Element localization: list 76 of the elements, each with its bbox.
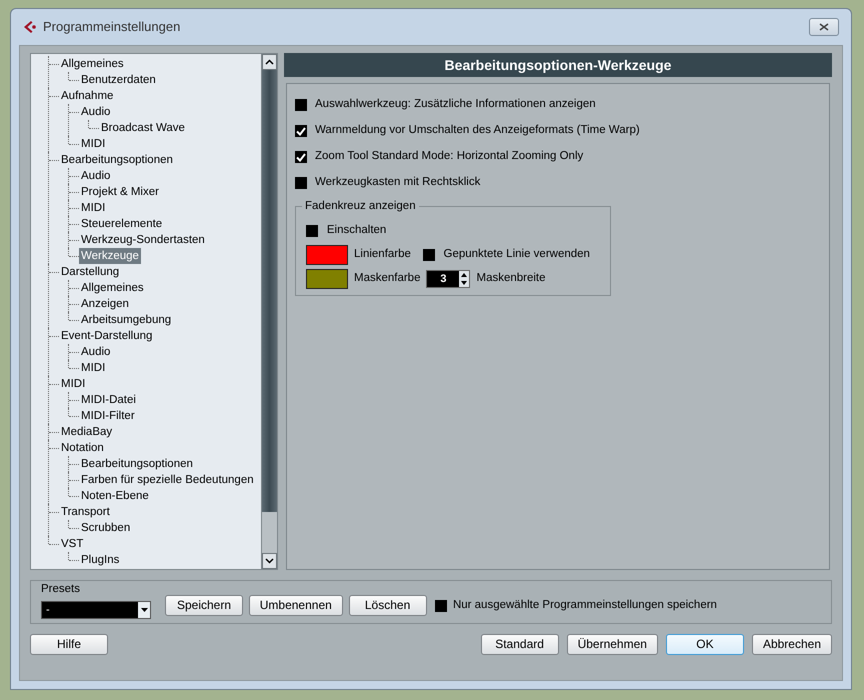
app-logo-icon	[23, 20, 37, 34]
preset-button[interactable]: Umbenennen	[248, 595, 343, 616]
dialog-button[interactable]: Standard	[480, 634, 559, 655]
tree-item[interactable]: Werkzeuge	[79, 248, 141, 264]
dialog-button[interactable]: Übernehmen	[566, 634, 658, 655]
tree-item[interactable]: Benutzerdaten	[79, 72, 158, 88]
tree-item[interactable]: MIDI	[79, 200, 108, 216]
tree-item[interactable]: Werkzeug-Sondertasten	[79, 232, 207, 248]
tree-item[interactable]: Farben für spezielle Bedeutungen	[79, 472, 256, 488]
tree-item[interactable]: Audio	[79, 104, 112, 120]
tree-item[interactable]: Steuerelemente	[79, 216, 164, 232]
checkbox-label: Auswahlwerkzeug: Zusätzliche Informationen anzeigen	[315, 97, 596, 112]
tree-item[interactable]: Bearbeitungsoptionen	[59, 152, 175, 168]
tree-item[interactable]: PlugIns	[79, 552, 122, 568]
checkbox-label: Werkzeugkasten mit Rechtsklick	[315, 175, 480, 190]
checkbox-label: Zoom Tool Standard Mode: Horizontal Zooming Only	[315, 149, 584, 164]
group-title: Fadenkreuz anzeigen	[302, 199, 419, 213]
tree-item[interactable]: Anzeigen	[79, 296, 131, 312]
checkbox[interactable]	[422, 249, 435, 261]
dialog-button[interactable]: Hilfe	[30, 634, 108, 655]
swatch-label: Maskenfarbe	[354, 271, 420, 286]
tree-item[interactable]: Audio	[79, 168, 112, 184]
presets-label: Presets	[41, 582, 81, 597]
color-swatch[interactable]	[306, 269, 348, 289]
tree-item[interactable]: Event-Darstellung	[59, 328, 154, 344]
spin-up-icon[interactable]	[459, 271, 470, 279]
tree-item[interactable]: Audio	[79, 344, 112, 360]
tree-item[interactable]: MediaBay	[59, 424, 114, 440]
checkbox-label: Warnmeldung vor Umschalten des Anzeigeformats (Time Warp)	[315, 123, 640, 138]
tree-item[interactable]: Aufnahme	[59, 88, 116, 104]
caret-up-icon	[265, 59, 274, 65]
tree-item[interactable]: Arbeitsumgebung	[79, 312, 174, 328]
checkbox[interactable]	[295, 99, 307, 111]
checkbox-label: Gepunktete Linie verwenden	[444, 247, 590, 262]
tree-item[interactable]: MIDI	[79, 136, 108, 152]
tree-item[interactable]: Projekt & Mixer	[79, 184, 161, 200]
checkbox[interactable]	[306, 225, 318, 237]
swatch-label: Linienfarbe	[354, 247, 411, 262]
checkbox[interactable]	[295, 151, 307, 163]
scroll-up-button[interactable]	[262, 54, 277, 70]
tree-item[interactable]: Allgemeines	[59, 56, 126, 72]
dialog-button[interactable]: Abbrechen	[752, 634, 832, 655]
tree-item[interactable]: MIDI	[79, 360, 108, 376]
tree-item[interactable]: Scrubben	[79, 520, 132, 536]
checkbox[interactable]	[435, 600, 448, 612]
close-icon	[819, 23, 829, 31]
checkbox[interactable]	[295, 177, 307, 189]
scrollbar-thumb[interactable]	[262, 70, 277, 512]
tree-item[interactable]: MIDI-Filter	[79, 408, 137, 424]
preset-button[interactable]: Speichern	[165, 595, 243, 616]
tree-item[interactable]: Notation	[59, 440, 106, 456]
preset-button[interactable]: Löschen	[348, 595, 427, 616]
close-button[interactable]	[809, 18, 839, 36]
color-swatch[interactable]	[306, 245, 348, 265]
tree-item[interactable]: VST	[59, 536, 86, 552]
tree-item[interactable]: MIDI	[59, 376, 88, 392]
checkbox-label: Nur ausgewählte Programmeinstellungen speichern	[452, 598, 717, 613]
scroll-down-button[interactable]	[262, 553, 277, 569]
caret-down-icon	[265, 558, 274, 564]
presets-dropdown[interactable]: -	[41, 601, 151, 619]
tree-item[interactable]: Darstellung	[59, 264, 122, 280]
field-label: Maskenbreite	[476, 271, 546, 286]
tree-item[interactable]: Broadcast Wave	[99, 120, 187, 136]
spin-down-icon[interactable]	[459, 279, 470, 287]
caret-down-icon	[140, 608, 148, 612]
tree-item[interactable]: Transport	[59, 504, 112, 520]
tree-item[interactable]: MIDI-Datei	[79, 392, 138, 408]
dialog-button[interactable]: OK	[666, 634, 744, 655]
checkbox-label: Einschalten	[326, 223, 386, 238]
window-title: Programmeinstellungen	[43, 18, 180, 36]
tree-item[interactable]: Noten-Ebene	[79, 488, 151, 504]
tree-item[interactable]: Bearbeitungsoptionen	[79, 456, 195, 472]
tree-item[interactable]: Allgemeines	[79, 280, 146, 296]
spin-field[interactable]: 3	[426, 270, 470, 288]
panel-title: Bearbeitungsoptionen-Werkzeuge	[284, 53, 832, 77]
checkbox[interactable]	[295, 125, 307, 137]
